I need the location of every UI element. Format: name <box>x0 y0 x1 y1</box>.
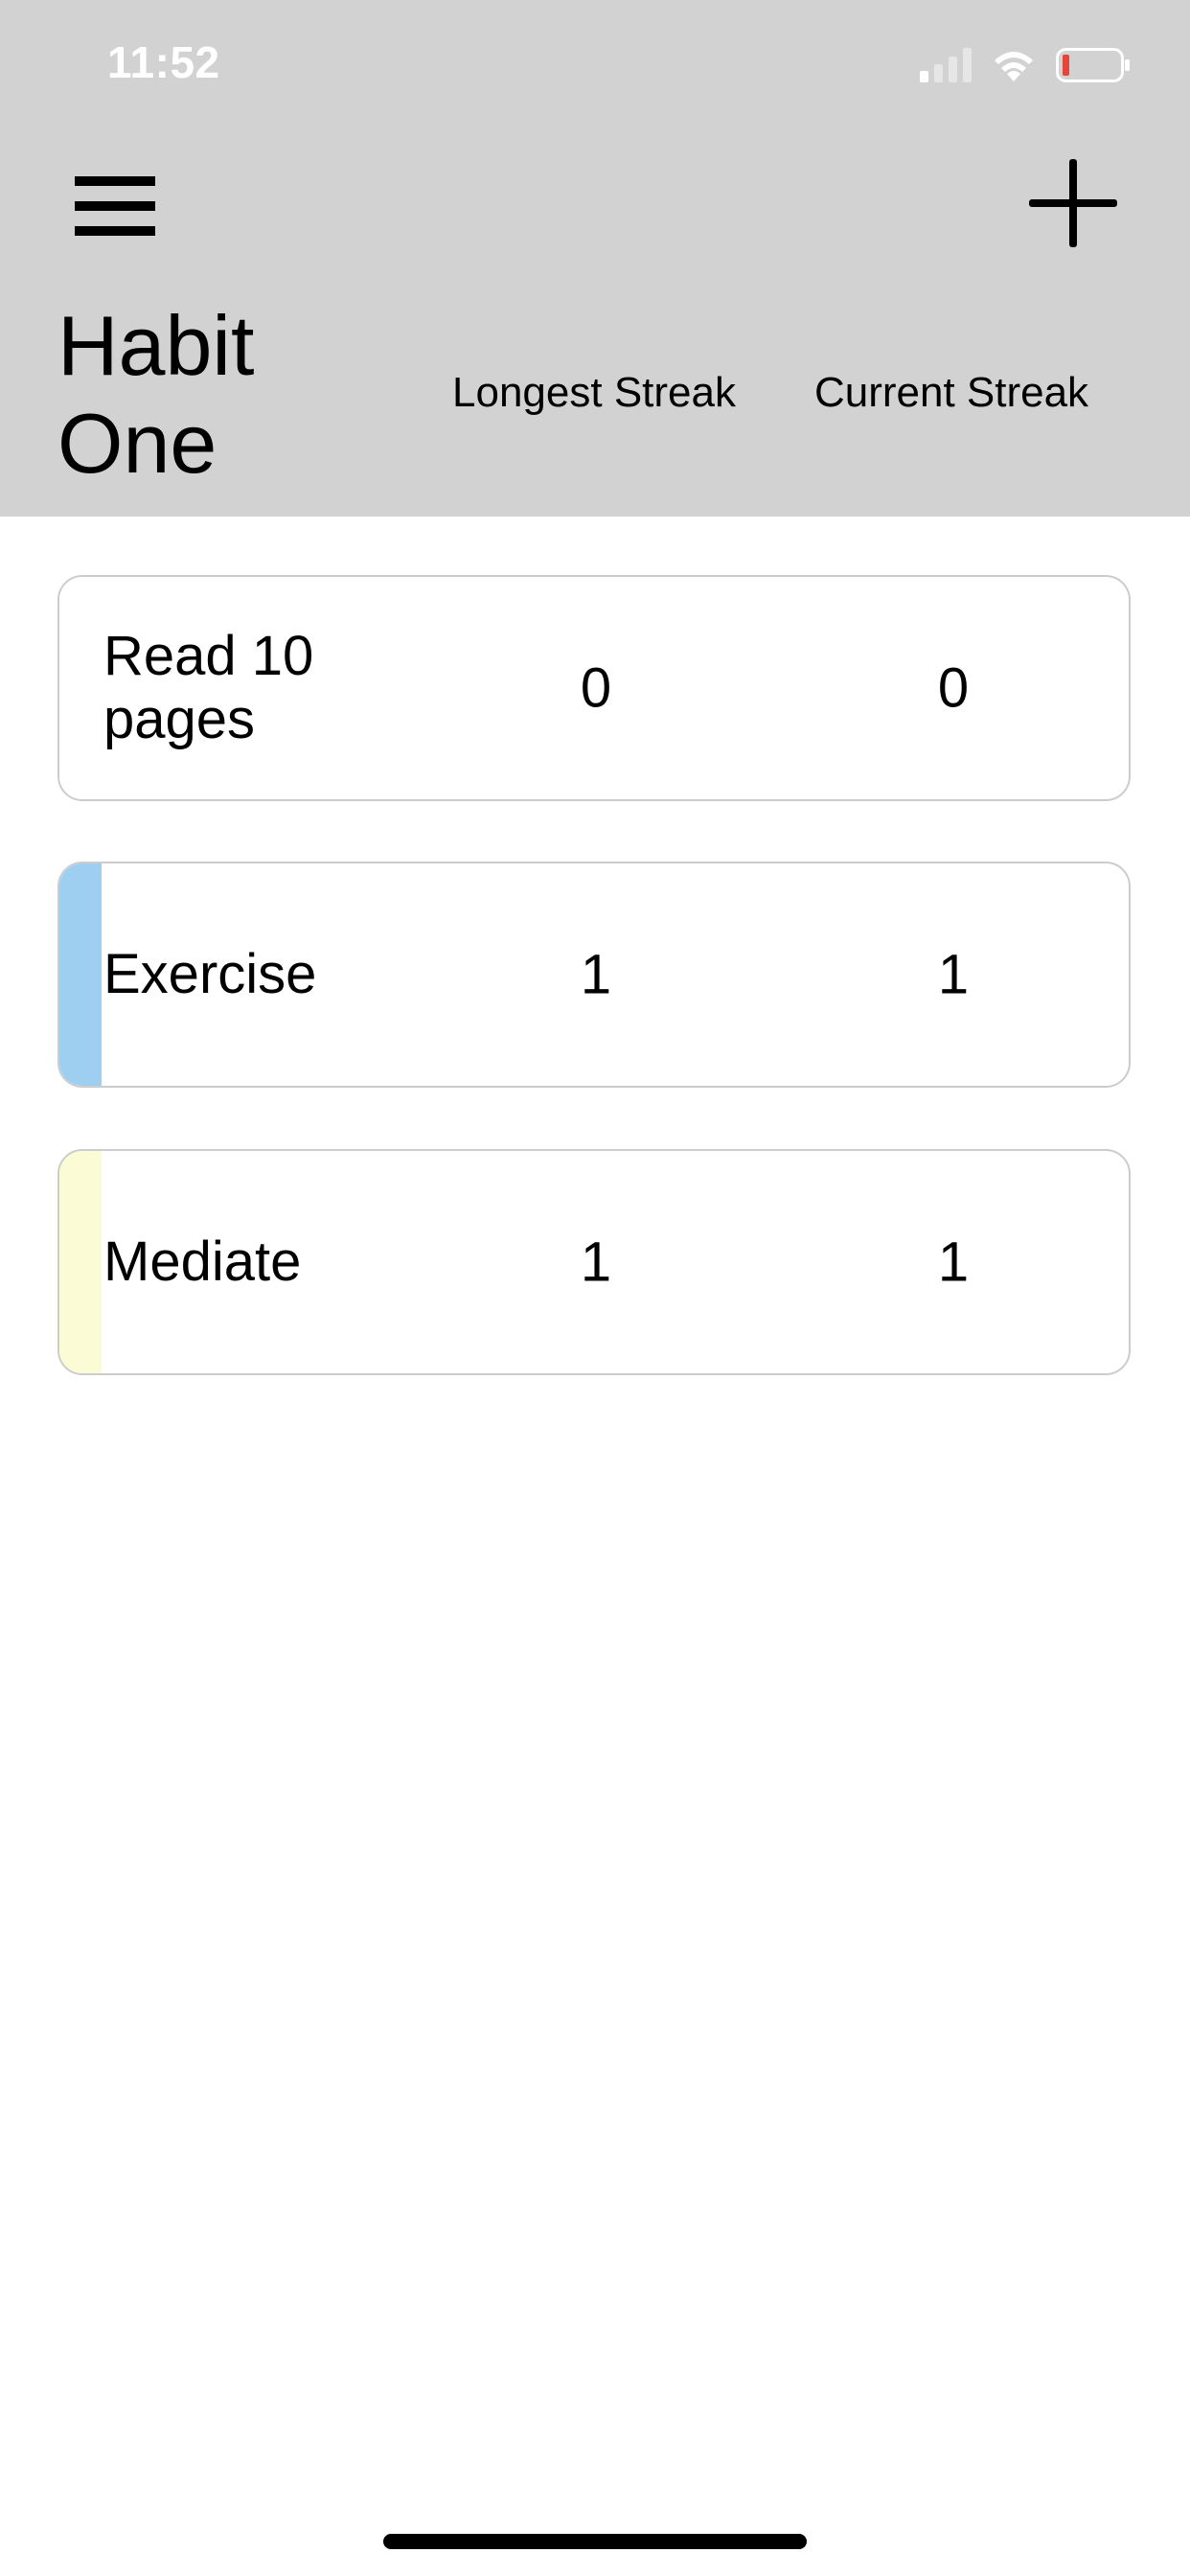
habit-color-strip <box>59 577 102 799</box>
status-time: 11:52 <box>107 37 220 87</box>
plus-icon <box>1029 159 1117 247</box>
longest-streak-column-header: Longest Streak <box>452 369 736 416</box>
home-indicator[interactable] <box>383 2534 807 2549</box>
wifi-icon <box>995 52 1033 81</box>
add-habit-button[interactable] <box>1027 157 1119 249</box>
hamburger-menu-icon <box>75 176 155 236</box>
battery-low-icon <box>1056 48 1130 82</box>
app-header: 11:52 Habit One Longest Streak Current S… <box>0 0 1190 517</box>
habit-name: Exercise <box>103 943 317 1005</box>
habit-color-strip <box>59 863 102 1086</box>
cellular-signal-icon <box>920 48 972 82</box>
longest-streak-value: 0 <box>580 656 612 720</box>
habit-card[interactable]: Exercise 1 1 <box>57 862 1131 1088</box>
page-title: Habit One <box>57 298 255 491</box>
current-streak-value: 0 <box>937 656 970 720</box>
current-streak-value: 1 <box>937 943 970 1006</box>
habit-name: Mediate <box>103 1230 302 1293</box>
habit-name: Read 10 pages <box>103 625 314 750</box>
current-streak-value: 1 <box>937 1230 970 1294</box>
habit-card[interactable]: Mediate 1 1 <box>57 1149 1131 1375</box>
habit-color-strip <box>59 1151 102 1373</box>
longest-streak-value: 1 <box>580 1230 612 1294</box>
longest-streak-value: 1 <box>580 943 612 1006</box>
status-icons <box>920 44 1131 86</box>
menu-button[interactable] <box>75 172 155 240</box>
habit-card[interactable]: Read 10 pages 0 0 <box>57 575 1131 801</box>
current-streak-column-header: Current Streak <box>813 369 1089 416</box>
